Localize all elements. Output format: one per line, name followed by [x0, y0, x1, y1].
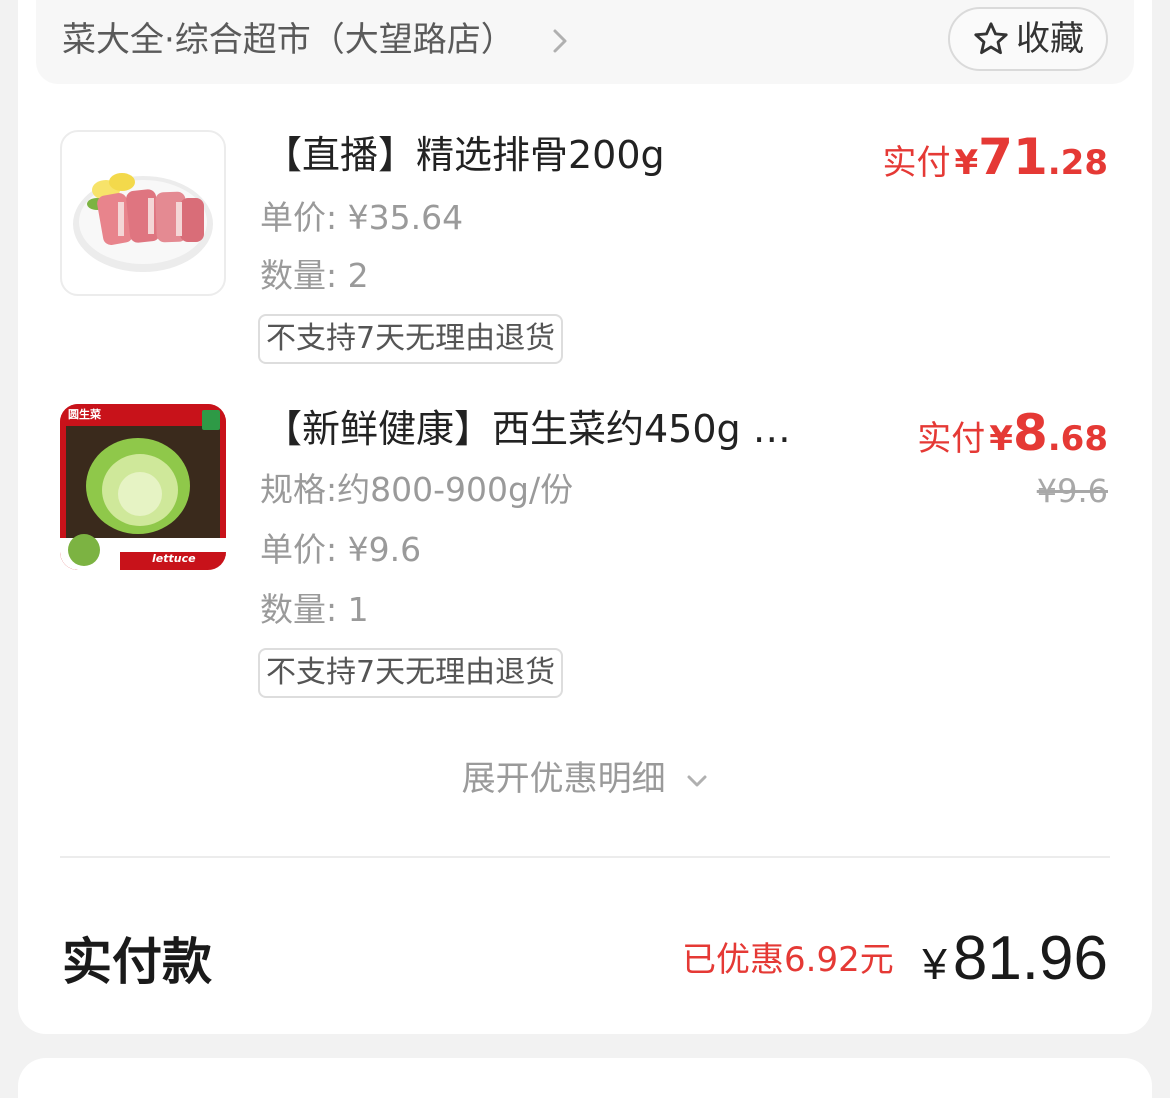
- item-spec: 规格:约800-900g/份: [260, 470, 574, 509]
- paid-currency: ¥: [954, 143, 979, 183]
- total-discount: 已优惠6.92元: [682, 940, 894, 980]
- total-paid-label: 实付款: [62, 933, 212, 991]
- paid-decimal: .68: [1047, 419, 1108, 459]
- item-quantity: 数量: 1: [260, 590, 369, 629]
- item-paid-price: 实付 ¥ 71 .28: [883, 128, 1109, 186]
- paid-integer: 71: [978, 128, 1048, 186]
- pork-ribs-image[interactable]: [60, 130, 226, 296]
- expand-label: 展开优惠明细: [461, 759, 666, 799]
- favorite-label: 收藏: [1016, 19, 1084, 59]
- return-policy-tag: 不支持7天无理由退货: [258, 648, 564, 698]
- total-currency: ¥: [922, 940, 947, 989]
- original-price: ¥9.6: [1036, 472, 1108, 510]
- paid-integer: 8: [1012, 404, 1048, 462]
- item-unit-price: 单价: ¥9.6: [260, 530, 422, 569]
- lettuce-illustration: [60, 404, 226, 570]
- paid-label: 实付: [882, 143, 951, 183]
- total-paid-amount: ¥81.96: [922, 922, 1108, 1002]
- divider: [60, 856, 1110, 858]
- chevron-down-icon: [687, 775, 707, 786]
- chevron-right-icon[interactable]: [552, 28, 568, 54]
- star-icon: [974, 22, 1008, 55]
- expand-discount-details[interactable]: 展开优惠明细: [0, 756, 1170, 802]
- lettuce-bottom-text: lettuce: [152, 552, 196, 565]
- lettuce-badge-text: 圆生菜: [68, 408, 101, 421]
- total-amount-value: 81.96: [952, 924, 1108, 993]
- item-quantity: 数量: 2: [260, 256, 369, 295]
- paid-decimal: .28: [1047, 143, 1108, 183]
- next-card: [18, 1058, 1152, 1098]
- paid-currency: ¥: [989, 419, 1013, 459]
- item-paid-price: 实付 ¥ 8 .68: [917, 404, 1108, 462]
- item-title[interactable]: 【直播】精选排骨200g: [264, 130, 665, 180]
- favorite-button[interactable]: 收藏: [948, 7, 1108, 71]
- item-title[interactable]: 【新鲜健康】西生菜约450g …: [264, 404, 791, 454]
- item-unit-price: 单价: ¥35.64: [260, 198, 464, 237]
- store-name[interactable]: 菜大全·综合超市（大望路店）: [62, 16, 515, 64]
- return-policy-tag: 不支持7天无理由退货: [258, 314, 564, 364]
- pork-ribs-illustration: [73, 173, 213, 272]
- paid-label: 实付: [917, 419, 986, 459]
- lettuce-image[interactable]: 圆生菜 lettuce: [60, 404, 226, 570]
